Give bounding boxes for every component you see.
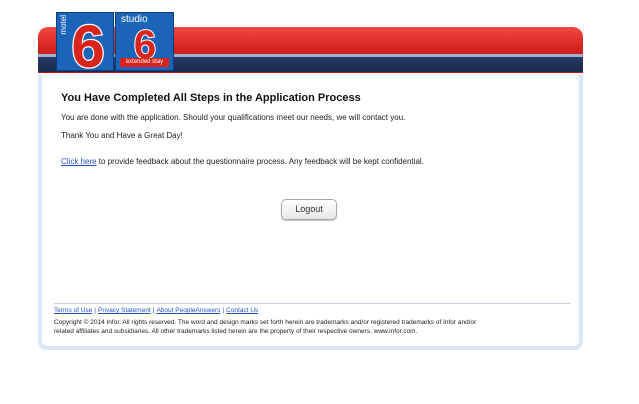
studio6-logo: studio 6 extended stay: [115, 12, 174, 71]
thank-you-message: Thank You and Have a Great Day!: [61, 131, 183, 140]
footer-divider: [54, 303, 571, 304]
feedback-text: to provide feedback about the questionna…: [96, 157, 424, 166]
completion-message: You are done with the application. Shoul…: [61, 113, 406, 122]
extended-stay-label: extended stay: [120, 58, 169, 67]
motel6-logo: motel 6: [56, 12, 114, 71]
six-numeral-studio: 6: [134, 23, 156, 61]
contact-us-link[interactable]: Contact Us: [226, 307, 258, 314]
privacy-statement-link[interactable]: Privacy Statement: [98, 307, 151, 314]
about-peopleanswers-link[interactable]: About PeopleAnswers: [156, 307, 220, 314]
footer-links: Terms of Use | Privacy Statement | About Peo…: [54, 307, 258, 314]
terms-of-use-link[interactable]: Terms of Use: [54, 307, 92, 314]
six-numeral-red: 6: [71, 17, 104, 71]
logout-button[interactable]: Logout: [281, 199, 337, 220]
studio6-numeral: 6: [133, 23, 157, 61]
copyright-line-1: Copyright © 2014 Infor. All rights reser…: [54, 319, 477, 326]
feedback-message: Click here to provide feedback about the…: [61, 157, 424, 166]
copyright-line-2: related affiliates and subsidiaries. All…: [54, 328, 418, 335]
motel6-numeral: 6: [70, 17, 106, 71]
feedback-link[interactable]: Click here: [61, 157, 97, 166]
motel6-studio6-logo: motel 6 studio 6 extended stay: [56, 12, 174, 71]
page-title: You Have Completed All Steps in the Appl…: [61, 92, 361, 104]
